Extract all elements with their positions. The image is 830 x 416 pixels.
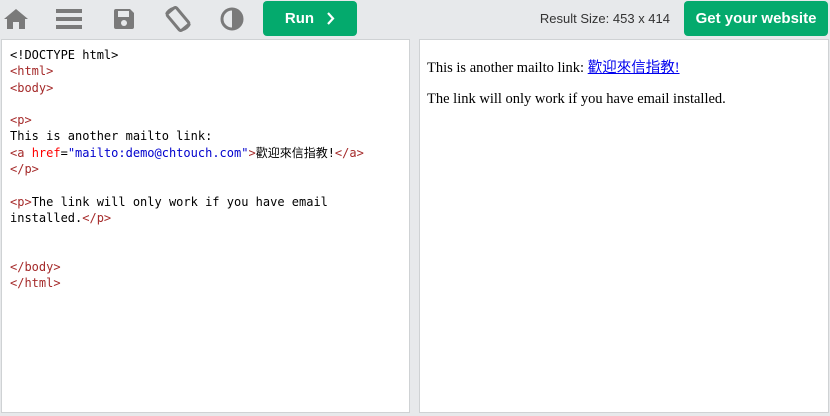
code-a-eq: = <box>60 145 68 160</box>
code-a-close: </a> <box>334 145 364 160</box>
result-paragraph-2: The link will only work if you have emai… <box>427 91 726 107</box>
code-a-gt: > <box>248 145 256 160</box>
rotate-icon[interactable] <box>163 4 193 34</box>
code-p2-close: </p> <box>82 210 112 225</box>
get-your-website-button[interactable]: Get your website <box>684 1 828 36</box>
result-frame: This is another mailto link: 歡迎來信指教! The… <box>419 39 829 413</box>
code-p2-text-2: installed. <box>10 210 83 225</box>
code-p2-text-1: The link will only work if you have emai… <box>31 194 328 209</box>
run-button[interactable]: Run <box>263 1 357 36</box>
mailto-link[interactable]: 歡迎來信指教! <box>588 60 680 76</box>
code-content[interactable]: <!DOCTYPE html> <html> <body> <p> This i… <box>2 40 409 291</box>
code-p2-open: <p> <box>10 194 32 209</box>
menu-icon[interactable] <box>54 4 84 34</box>
code-p-close: </p> <box>10 162 39 177</box>
code-p-open: <p> <box>10 113 32 128</box>
result-size: Result Size: 453 x 414 <box>540 11 670 26</box>
editor-toolbar: Run Result Size: 453 x 414 Get your webs… <box>0 0 830 38</box>
code-a-text: 歡迎來信指教! <box>255 145 335 160</box>
result-size-label: Result Size: <box>539 11 610 26</box>
code-html-close: </html> <box>10 276 61 291</box>
code-html-open: <html> <box>10 64 54 79</box>
code-a-attr: href <box>31 145 61 160</box>
code-a-attr-value: "mailto:demo@chtouch.com" <box>67 145 249 160</box>
code-doctype: <!DOCTYPE html> <box>10 48 119 62</box>
code-body-open: <body> <box>10 80 54 95</box>
chevron-right-icon <box>327 12 335 25</box>
theme-contrast-icon[interactable] <box>217 4 247 34</box>
code-a-open-start: <a <box>10 145 32 160</box>
code-text-line: This is another mailto link: <box>10 129 213 144</box>
result-paragraph-1: This is another mailto link: 歡迎來信指教! <box>427 56 828 77</box>
code-body-close: </body> <box>10 259 61 274</box>
result-p1-text: This is another mailto link: <box>427 60 588 76</box>
get-your-website-label: Get your website <box>695 10 817 27</box>
home-icon[interactable] <box>1 4 31 34</box>
result-size-value: 453 x 414 <box>612 11 670 26</box>
save-icon[interactable] <box>109 4 139 34</box>
run-button-label: Run <box>284 10 315 27</box>
code-editor[interactable]: <!DOCTYPE html> <html> <body> <p> This i… <box>1 39 410 413</box>
result-content: This is another mailto link: 歡迎來信指教! The… <box>420 40 828 108</box>
